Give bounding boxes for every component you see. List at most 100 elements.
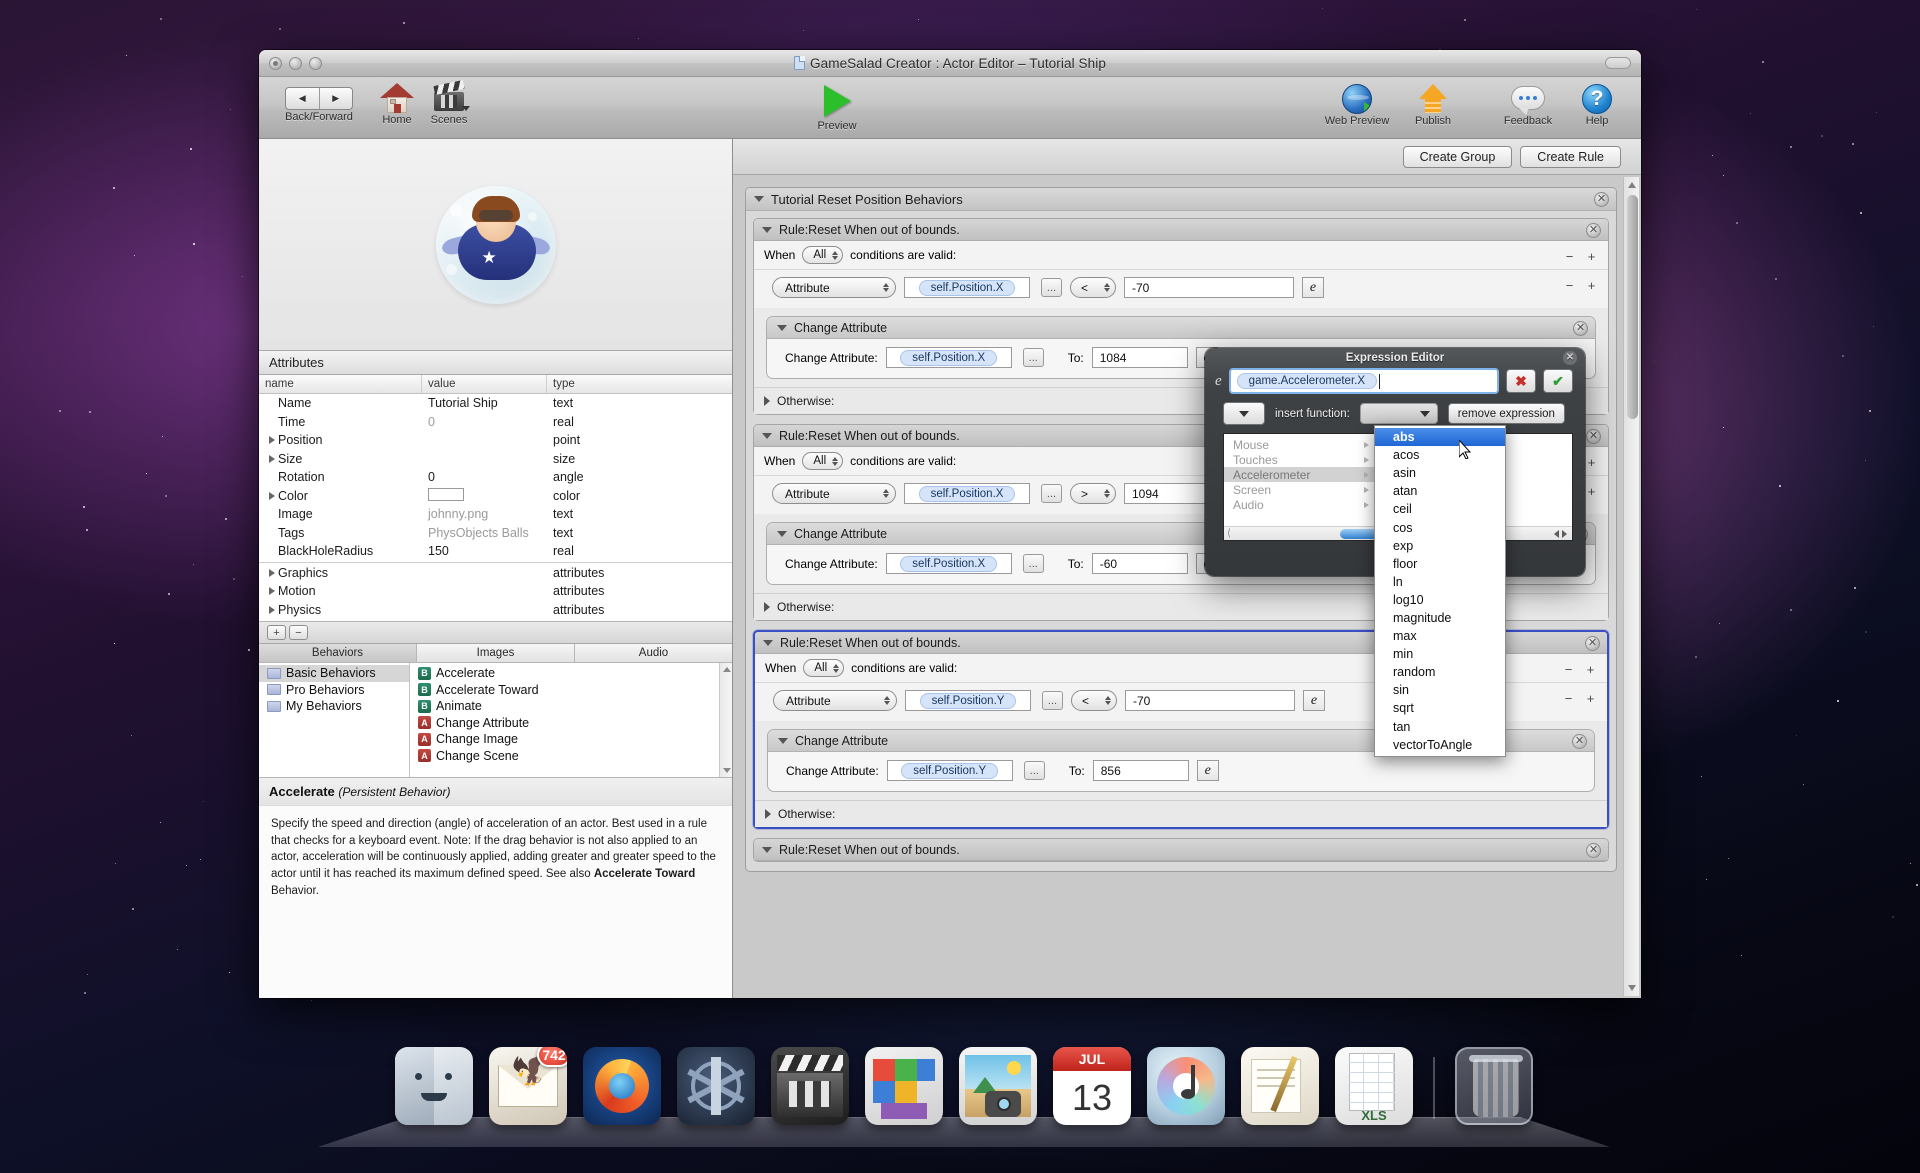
publish-button[interactable]: Publish: [1405, 84, 1461, 127]
expression-browser-column[interactable]: Mouse Touches Accelerometer Screen Audio: [1224, 434, 1376, 540]
add-row-button[interactable]: +: [1585, 484, 1598, 499]
table-row[interactable]: Size size: [259, 450, 732, 469]
condition-operator-dropdown[interactable]: <: [1070, 277, 1116, 298]
dock-item-finder[interactable]: [395, 1047, 473, 1125]
target-attribute-field[interactable]: self.Position.X: [885, 347, 1012, 368]
add-condition-button[interactable]: +: [1584, 662, 1597, 677]
list-item[interactable]: A Change Image: [410, 731, 732, 748]
close-icon[interactable]: ✕: [1586, 223, 1601, 238]
target-value-input[interactable]: -60: [1091, 553, 1188, 574]
scroll-down-icon[interactable]: [1628, 985, 1636, 991]
disclosure-triangle-icon[interactable]: [269, 491, 275, 500]
rules-scrollbar[interactable]: [1623, 177, 1639, 996]
attribute-value-cell[interactable]: Tutorial Ship: [422, 396, 547, 410]
cancel-expression-button[interactable]: ✖: [1506, 369, 1536, 393]
target-attribute-field[interactable]: self.Position.X: [885, 553, 1012, 574]
feedback-button[interactable]: Feedback: [1493, 84, 1563, 127]
condition-row-controls[interactable]: −+: [1563, 278, 1598, 293]
menu-item[interactable]: log10: [1375, 591, 1505, 609]
home-button[interactable]: Home: [371, 83, 423, 126]
browse-attribute-button[interactable]: ...: [1022, 348, 1044, 367]
scrollbar-thumb[interactable]: [1627, 195, 1638, 419]
remove-attribute-button[interactable]: −: [289, 625, 308, 640]
disclosure-triangle-icon[interactable]: [269, 605, 275, 614]
browse-attribute-button[interactable]: ...: [1023, 761, 1045, 780]
menu-item[interactable]: vectorToAngle: [1375, 736, 1505, 754]
disclosure-triangle-icon[interactable]: [754, 196, 764, 202]
condition-type-dropdown[interactable]: Attribute: [772, 277, 896, 298]
condition-value-input[interactable]: -70: [1125, 690, 1295, 711]
expression-token[interactable]: game.Accelerometer.X: [1236, 373, 1378, 389]
close-icon[interactable]: ✕: [1572, 734, 1587, 749]
tab-images[interactable]: Images: [417, 644, 575, 663]
table-row[interactable]: Color color: [259, 487, 732, 506]
condition-attribute-field[interactable]: self.Position.X: [904, 277, 1030, 298]
table-row[interactable]: BlackHoleRadius 150 real: [259, 542, 732, 561]
list-item[interactable]: Audio: [1224, 497, 1375, 512]
disclosure-triangle-icon[interactable]: [269, 587, 275, 596]
add-condition-button[interactable]: +: [1585, 249, 1598, 264]
list-item[interactable]: Pro Behaviors: [259, 682, 409, 699]
add-attribute-button[interactable]: +: [267, 625, 286, 640]
color-swatch[interactable]: [428, 487, 464, 501]
list-item[interactable]: Screen: [1224, 482, 1375, 497]
remove-condition-button[interactable]: −: [1562, 662, 1575, 677]
menu-item[interactable]: abs: [1375, 428, 1505, 447]
disclosure-triangle-icon[interactable]: [762, 846, 772, 853]
list-item[interactable]: Accelerometer: [1224, 467, 1375, 482]
dock-item-iphoto[interactable]: [959, 1047, 1037, 1125]
accept-expression-button[interactable]: ✔: [1543, 369, 1573, 393]
list-item[interactable]: My Behaviors: [259, 698, 409, 715]
attribute-value-cell[interactable]: PhysObjects Balls: [422, 526, 547, 540]
list-item[interactable]: B Accelerate Toward: [410, 682, 732, 699]
help-button[interactable]: ? Help: [1571, 84, 1623, 127]
list-item[interactable]: B Animate: [410, 698, 732, 715]
list-item[interactable]: A Change Scene: [410, 748, 732, 765]
condition-type-dropdown[interactable]: Attribute: [772, 483, 896, 504]
behavior-list-scrollbar[interactable]: [719, 663, 732, 777]
list-item[interactable]: B Accelerate: [410, 665, 732, 682]
disclosure-triangle-icon[interactable]: [778, 737, 788, 744]
condition-operator-dropdown[interactable]: >: [1070, 483, 1116, 504]
rule-header[interactable]: Rule:Reset When out of bounds. ✕: [754, 839, 1608, 861]
minimize-button[interactable]: [289, 57, 302, 70]
menu-item[interactable]: cos: [1375, 518, 1505, 536]
expression-button[interactable]: e: [1302, 277, 1324, 298]
disclosure-triangle-icon[interactable]: [777, 530, 787, 537]
table-row[interactable]: Position point: [259, 431, 732, 450]
disclosure-triangle-icon[interactable]: [765, 809, 771, 819]
attribute-value-cell[interactable]: johnny.png: [422, 507, 547, 521]
table-row[interactable]: Image johnny.png text: [259, 505, 732, 524]
dock-item-mail[interactable]: 🦅 742: [489, 1047, 567, 1125]
table-row[interactable]: Tags PhysObjects Balls text: [259, 524, 732, 543]
rule-row-controls[interactable]: −+: [1562, 662, 1597, 677]
disclosure-triangle-icon[interactable]: [269, 568, 275, 577]
library-tabs[interactable]: Behaviors Images Audio: [259, 644, 732, 663]
table-row[interactable]: Rotation 0 angle: [259, 468, 732, 487]
dock-item-notes[interactable]: [1241, 1047, 1319, 1125]
browse-attribute-button[interactable]: ...: [1022, 554, 1044, 573]
condition-attribute-field[interactable]: self.Position.X: [904, 483, 1030, 504]
close-icon[interactable]: ✕: [1573, 321, 1588, 336]
remove-condition-button[interactable]: −: [1563, 249, 1576, 264]
disclosure-triangle-icon[interactable]: [269, 436, 275, 445]
disclosure-triangle-icon[interactable]: [269, 454, 275, 463]
tab-behaviors[interactable]: Behaviors: [259, 644, 417, 663]
menu-item[interactable]: tan: [1375, 718, 1505, 736]
condition-mode-dropdown[interactable]: All: [802, 246, 844, 264]
browse-attribute-button[interactable]: ...: [1041, 278, 1062, 297]
rule-box[interactable]: Rule:Reset When out of bounds. ✕: [753, 838, 1609, 862]
menu-item[interactable]: sqrt: [1375, 699, 1505, 717]
attribute-value-cell[interactable]: 150: [422, 544, 547, 558]
web-preview-button[interactable]: Web Preview: [1315, 84, 1399, 127]
scroll-arrows[interactable]: [1554, 529, 1567, 538]
condition-operator-dropdown[interactable]: <: [1071, 690, 1117, 711]
dock-item-itunes[interactable]: [1147, 1047, 1225, 1125]
insert-function-menu[interactable]: abs acos asin atan ceil cos exp floor ln log10 mag…: [1374, 425, 1506, 757]
dock-item-excel[interactable]: XLS: [1335, 1047, 1413, 1125]
back-icon[interactable]: ◀: [286, 88, 320, 109]
create-group-button[interactable]: Create Group: [1402, 145, 1513, 168]
menu-item[interactable]: magnitude: [1375, 609, 1505, 627]
dock-item-tetris[interactable]: [865, 1047, 943, 1125]
remove-row-button[interactable]: −: [1563, 278, 1576, 293]
